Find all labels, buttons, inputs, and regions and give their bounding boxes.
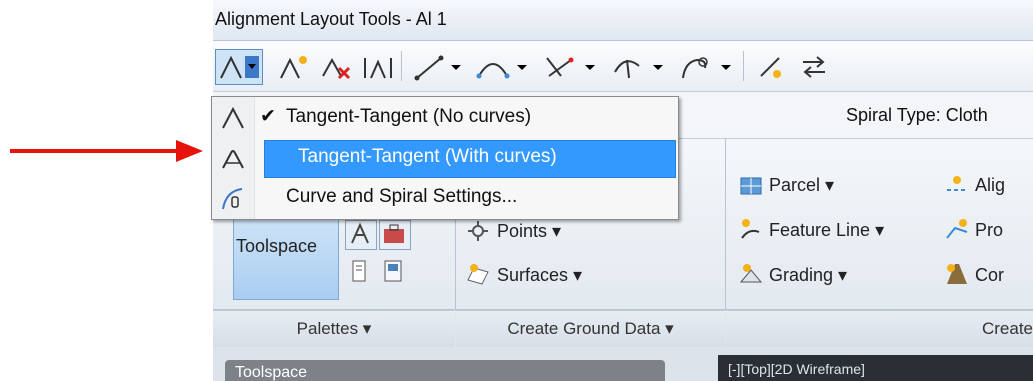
toolbox-button[interactable] <box>379 220 411 250</box>
pi-insert-button[interactable] <box>273 49 315 85</box>
free-curve-icon <box>614 59 663 79</box>
create-ground-data-footer[interactable]: Create Ground Data ▾ <box>456 310 725 347</box>
menu-item-curve-spiral-settings[interactable]: Curve and Spiral Settings... <box>212 179 678 217</box>
panorama-icon <box>384 260 402 282</box>
spiral-icon <box>682 57 731 79</box>
floating-line-icon <box>546 57 595 77</box>
parcel-icon <box>740 177 762 195</box>
toolbar-separator <box>401 51 402 81</box>
prospector-button[interactable] <box>345 220 377 250</box>
reverse-direction-button[interactable] <box>793 49 835 85</box>
create-footer-label: Create <box>981 319 1033 338</box>
points-button[interactable]: Points ▾ <box>497 221 561 242</box>
title-bar: Alignment Layout Tools - Al 1 <box>213 0 1033 41</box>
convert-line-icon <box>760 57 781 78</box>
create-ground-data-label: Create Ground Data ▾ <box>507 319 674 338</box>
spiral-dropdown-button[interactable] <box>675 49 739 85</box>
points-icon <box>468 221 488 241</box>
pi-delete-button[interactable] <box>315 49 357 85</box>
menu-item-label: Tangent-Tangent (With curves) <box>298 146 557 167</box>
palette-tab-label: Toolspace <box>235 364 308 381</box>
menu-item-label: Curve and Spiral Settings... <box>286 186 518 207</box>
profile-icon <box>946 219 968 239</box>
feature-line-button[interactable]: Feature Line ▾ <box>769 220 884 241</box>
red-arrow-annotation <box>10 140 203 162</box>
convert-autocad-button[interactable] <box>751 49 793 85</box>
palettes-panel-footer[interactable]: Palettes ▾ <box>213 310 455 347</box>
panorama-button[interactable] <box>379 258 409 286</box>
break-apart-pi-button[interactable] <box>357 49 399 85</box>
alignment-icon <box>947 176 967 191</box>
alignment-toolbar <box>213 41 1033 92</box>
properties-icon <box>352 260 366 282</box>
prospector-icon <box>351 222 369 244</box>
create-design-footer[interactable]: Create <box>726 310 1033 347</box>
parcel-button[interactable]: Parcel ▾ <box>769 175 834 196</box>
toolbar-separator <box>743 51 744 81</box>
panel-separator <box>725 139 726 309</box>
grading-button[interactable]: Grading ▾ <box>769 265 847 286</box>
grading-icon <box>739 264 763 283</box>
corridor-icon <box>947 264 967 284</box>
toolspace-palette-tab[interactable]: Toolspace <box>225 360 665 381</box>
curve-settings-icon <box>222 188 243 210</box>
curve-dropdown-button[interactable] <box>471 49 535 85</box>
toolspace-button[interactable]: Toolspace <box>233 214 339 300</box>
spiral-type-label: Spiral Type: Cloth <box>846 105 988 125</box>
tangent-dropdown-button[interactable] <box>409 49 469 85</box>
tangent-icon <box>222 106 244 129</box>
curve-curve-dropdown-button[interactable] <box>607 49 671 85</box>
toolspace-label: Toolspace <box>236 236 318 256</box>
alignment-button[interactable]: Alig <box>975 175 1005 196</box>
tangent-tangent-icon <box>220 55 259 79</box>
tangent-options-menu: ✔ Tangent-Tangent (No curves) Tangent-Ta… <box>211 96 679 220</box>
insert-pi-icon <box>280 56 307 79</box>
feature-line-icon <box>741 219 760 239</box>
window-title: Alignment Layout Tools - Al 1 <box>215 9 447 29</box>
surfaces-button[interactable]: Surfaces ▾ <box>497 265 582 286</box>
menu-item-tangent-with-curves[interactable]: Tangent-Tangent (With curves) <box>212 139 678 178</box>
viewport-tab[interactable]: [-][Top][2D Wireframe] <box>718 355 1033 381</box>
tangent-curves-icon <box>222 150 244 169</box>
checkmark-icon: ✔ <box>260 106 276 127</box>
profile-button[interactable]: Pro <box>975 220 1003 241</box>
menu-item-tangent-no-curves[interactable]: ✔ Tangent-Tangent (No curves) <box>212 99 678 137</box>
menu-item-label: Tangent-Tangent (No curves) <box>286 106 532 127</box>
surfaces-icon <box>467 264 489 285</box>
properties-button[interactable] <box>345 258 375 286</box>
curve-icon <box>476 63 527 79</box>
reverse-icon <box>803 56 825 78</box>
toolbox-icon <box>384 224 404 243</box>
break-apart-pi-icon <box>364 58 392 79</box>
corridor-button[interactable]: Cor <box>975 265 1004 286</box>
viewport-tab-label: [-][Top][2D Wireframe] <box>728 361 865 377</box>
delete-pi-icon <box>322 57 351 80</box>
line-line-dropdown-button[interactable] <box>539 49 603 85</box>
tangent-tangent-dropdown-button[interactable] <box>215 49 263 85</box>
line-icon <box>414 55 461 81</box>
palettes-footer-label: Palettes ▾ <box>296 319 372 338</box>
